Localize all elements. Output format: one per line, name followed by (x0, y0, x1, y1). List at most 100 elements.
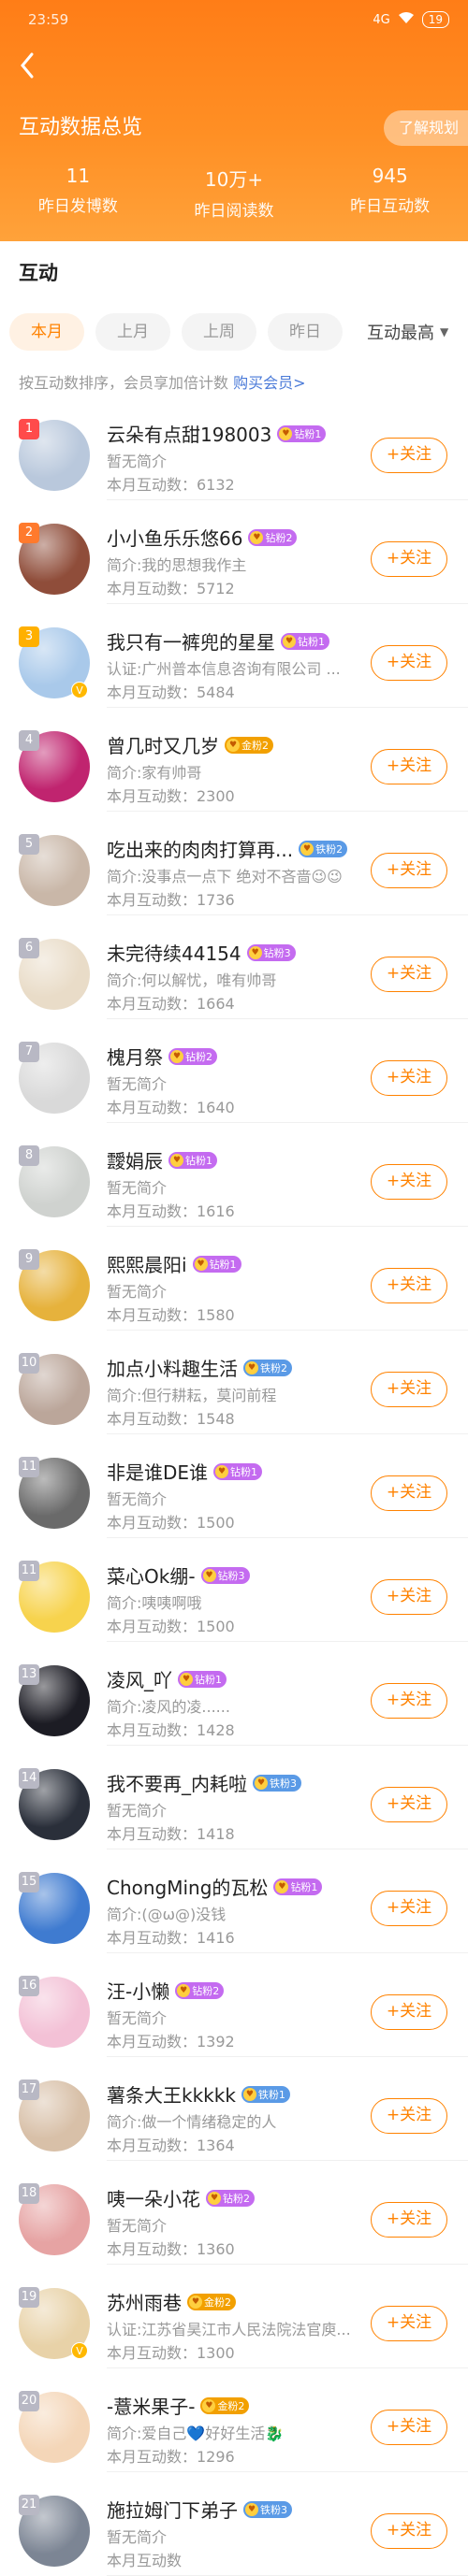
user-name-line[interactable]: 曾几时又几岁 ♥ 金粉2 (107, 731, 273, 758)
rank-badge: 21 (19, 2495, 39, 2515)
follow-button[interactable]: +关注 (371, 853, 447, 888)
follow-button[interactable]: +关注 (371, 1994, 447, 2030)
user-name[interactable]: 菜心Ok绷- (107, 1561, 196, 1589)
tab-this-month[interactable]: 本月 (9, 313, 84, 351)
list-item[interactable]: 1 云朵有点甜198003 ♥ 钻粉1 暂无简介 本月互动数：6132 +关注 (0, 396, 468, 500)
list-item[interactable]: 20 -薏米果子- ♥ 金粉2 简介:爱自己💙好好生活🐉 本月互动数：1296 +关注 (0, 2368, 468, 2472)
follow-button[interactable]: +关注 (371, 2513, 447, 2549)
user-name-line[interactable]: 菜心Ok绷- ♥ 钻粉3 (107, 1561, 250, 1589)
follow-button[interactable]: +关注 (371, 1164, 447, 1200)
user-name[interactable]: 槐月祭 (107, 1043, 163, 1070)
follow-button[interactable]: +关注 (371, 645, 447, 681)
follow-button[interactable]: +关注 (371, 438, 447, 473)
list-item[interactable]: 17 薯条大王kkkkk ♥ 铁粉1 简介:做一个情绪稳定的人 本月互动数：1364 +关注 (0, 2057, 468, 2161)
follow-button[interactable]: +关注 (371, 1579, 447, 1615)
list-item[interactable]: 16 汪-小懒 ♥ 钻粉2 暂无简介 本月互动数：1392 +关注 (0, 1953, 468, 2057)
fan-heart-icon: ♥ (245, 1360, 258, 1374)
user-name[interactable]: 吃出来的肉肉打算再... (107, 835, 293, 862)
tab-last-month[interactable]: 上月 (95, 313, 170, 351)
follow-button[interactable]: +关注 (371, 1060, 447, 1096)
user-name[interactable]: 我只有一裤兜的星星 (107, 627, 275, 655)
user-name-line[interactable]: 云朵有点甜198003 ♥ 钻粉1 (107, 420, 327, 447)
list-item[interactable]: 2 小小鱼乐乐悠66 ♥ 钻粉2 简介:我的思想我作主 本月互动数：5712 +关注 (0, 500, 468, 604)
follow-button[interactable]: +关注 (371, 957, 447, 992)
list-item[interactable]: 4 曾几时又几岁 ♥ 金粉2 简介:家有帅哥 本月互动数：2300 +关注 (0, 708, 468, 812)
list-item[interactable]: 6 未完待续44154 ♥ 钻粉3 简介:何以解忧，唯有帅哥 本月互动数：1664 +关注 (0, 915, 468, 1019)
user-name-line[interactable]: 我不要再_内耗啦 ♥ 铁粉3 (107, 1769, 301, 1796)
user-name-line[interactable]: ChongMing的瓦松 ♥ 钻粉1 (107, 1873, 323, 1900)
user-bio: 简介:做一个情绪稳定的人 (107, 2113, 277, 2131)
rank-badge: 5 (19, 834, 39, 855)
user-name[interactable]: 施拉姆门下弟子 (107, 2496, 238, 2523)
user-name[interactable]: 薯条大王kkkkk (107, 2080, 236, 2108)
user-name[interactable]: 汪-小懒 (107, 1977, 169, 2004)
user-name-line[interactable]: 苏州雨巷 ♥ 金粉2 (107, 2288, 236, 2315)
user-name-line[interactable]: 施拉姆门下弟子 ♥ 铁粉3 (107, 2496, 292, 2523)
user-name[interactable]: 曾几时又几岁 (107, 731, 219, 758)
follow-button[interactable]: +关注 (371, 1787, 447, 1822)
list-item[interactable]: 7 槐月祭 ♥ 钻粉2 暂无简介 本月互动数：1640 +关注 (0, 1019, 468, 1123)
list-item[interactable]: 19 V 苏州雨巷 ♥ 金粉2 认证:江苏省昊江市人民法院法官庾... 本月互动数：1300… (0, 2265, 468, 2368)
user-name[interactable]: 未完待续44154 (107, 939, 241, 966)
list-item[interactable]: 18 咦一朵小花 ♥ 钻粉2 暂无简介 本月互动数：1360 +关注 (0, 2161, 468, 2265)
list-item[interactable]: 3 V 我只有一裤兜的星星 ♥ 钻粉1 认证:广州普本信息咨询有限公司 ... 本月互动数：… (0, 604, 468, 708)
sort-dropdown[interactable]: 互动最高 ▼ (367, 320, 448, 344)
list-item[interactable]: 9 熙熙晨阳i ♥ 钻粉1 暂无简介 本月互动数：1580 +关注 (0, 1227, 468, 1331)
user-bio: 暂无简介 (107, 1075, 168, 1093)
list-item[interactable]: 5 吃出来的肉肉打算再... ♥ 铁粉2 简介:没事点一点下 绝对不吝啬😉😉 本月互动数：… (0, 812, 468, 915)
user-name[interactable]: 凌风_吖 (107, 1665, 172, 1692)
follow-button[interactable]: +关注 (371, 1891, 447, 1926)
user-name[interactable]: 云朵有点甜198003 (107, 420, 271, 447)
list-item[interactable]: 13 凌风_吖 ♥ 钻粉1 简介:凌风的凌...... 本月互动数：1428 +关注 (0, 1642, 468, 1746)
user-name-line[interactable]: 我只有一裤兜的星星 ♥ 钻粉1 (107, 627, 329, 655)
user-name[interactable]: 小小鱼乐乐悠66 (107, 524, 242, 551)
user-name-line[interactable]: -薏米果子- ♥ 金粉2 (107, 2392, 250, 2419)
user-name[interactable]: 熙熙晨阳i (107, 1250, 187, 1277)
list-item[interactable]: 15 ChongMing的瓦松 ♥ 钻粉1 简介:(@ω@)没钱 本月互动数：1416 +关… (0, 1849, 468, 1953)
user-name[interactable]: -薏米果子- (107, 2392, 195, 2419)
user-name[interactable]: ChongMing的瓦松 (107, 1873, 268, 1900)
user-name-line[interactable]: 薯条大王kkkkk ♥ 铁粉1 (107, 2080, 290, 2108)
list-item[interactable]: 11 菜心Ok绷- ♥ 钻粉3 简介:咦咦啊哦 本月互动数：1500 +关注 (0, 1538, 468, 1642)
user-name-line[interactable]: 汪-小懒 ♥ 钻粉2 (107, 1977, 225, 2004)
follow-button[interactable]: +关注 (371, 1268, 447, 1303)
fan-badge: ♥ 金粉2 (225, 736, 273, 754)
buy-vip-link[interactable]: 购买会员> (233, 374, 305, 392)
rank-badge: 3 (19, 626, 39, 647)
follow-button[interactable]: +关注 (371, 2098, 447, 2134)
user-name-line[interactable]: 凌风_吖 ♥ 钻粉1 (107, 1665, 227, 1692)
list-item[interactable]: 14 我不要再_内耗啦 ♥ 铁粉3 暂无简介 本月互动数：1418 +关注 (0, 1746, 468, 1849)
list-item[interactable]: 11 非是谁DE谁 ♥ 钻粉1 暂无简介 本月互动数：1500 +关注 (0, 1434, 468, 1538)
user-name-line[interactable]: 槐月祭 ♥ 钻粉2 (107, 1043, 217, 1070)
user-name-line[interactable]: 吃出来的肉肉打算再... ♥ 铁粉2 (107, 835, 348, 862)
user-name-line[interactable]: 咦一朵小花 ♥ 钻粉2 (107, 2184, 255, 2211)
user-name[interactable]: 咦一朵小花 (107, 2184, 200, 2211)
user-name[interactable]: 苏州雨巷 (107, 2288, 182, 2315)
follow-button[interactable]: +关注 (371, 2410, 447, 2445)
user-name-line[interactable]: 非是谁DE谁 ♥ 钻粉1 (107, 1458, 263, 1485)
list-item[interactable]: 8 靉娟辰 ♥ 钻粉1 暂无简介 本月互动数：1616 +关注 (0, 1123, 468, 1227)
stat-value: 945 (372, 165, 408, 187)
user-name-line[interactable]: 加点小料趣生活 ♥ 铁粉2 (107, 1354, 292, 1381)
follow-button[interactable]: +关注 (371, 1475, 447, 1511)
follow-button[interactable]: +关注 (371, 2306, 447, 2341)
tab-yesterday[interactable]: 昨日 (268, 313, 343, 351)
user-name[interactable]: 靉娟辰 (107, 1146, 163, 1173)
user-name[interactable]: 我不要再_内耗啦 (107, 1769, 247, 1796)
learn-plan-button[interactable]: 了解规划 (384, 110, 468, 146)
user-name-line[interactable]: 未完待续44154 ♥ 钻粉3 (107, 939, 296, 966)
follow-button[interactable]: +关注 (371, 1683, 447, 1719)
follow-button[interactable]: +关注 (371, 541, 447, 577)
follow-button[interactable]: +关注 (371, 2202, 447, 2238)
back-button[interactable] (15, 49, 43, 86)
list-item[interactable]: 21 施拉姆门下弟子 ♥ 铁粉3 暂无简介 本月互动数 +关注 (0, 2472, 468, 2576)
user-name-line[interactable]: 靉娟辰 ♥ 钻粉1 (107, 1146, 217, 1173)
user-name-line[interactable]: 小小鱼乐乐悠66 ♥ 钻粉2 (107, 524, 298, 551)
follow-button[interactable]: +关注 (371, 1372, 447, 1407)
tab-last-week[interactable]: 上周 (182, 313, 256, 351)
user-name[interactable]: 非是谁DE谁 (107, 1458, 208, 1485)
follow-button[interactable]: +关注 (371, 749, 447, 784)
user-name[interactable]: 加点小料趣生活 (107, 1354, 238, 1381)
list-item[interactable]: 10 加点小料趣生活 ♥ 铁粉2 简介:但行耕耘，莫问前程 本月互动数：1548 +关注 (0, 1331, 468, 1434)
user-name-line[interactable]: 熙熙晨阳i ♥ 钻粉1 (107, 1250, 241, 1277)
